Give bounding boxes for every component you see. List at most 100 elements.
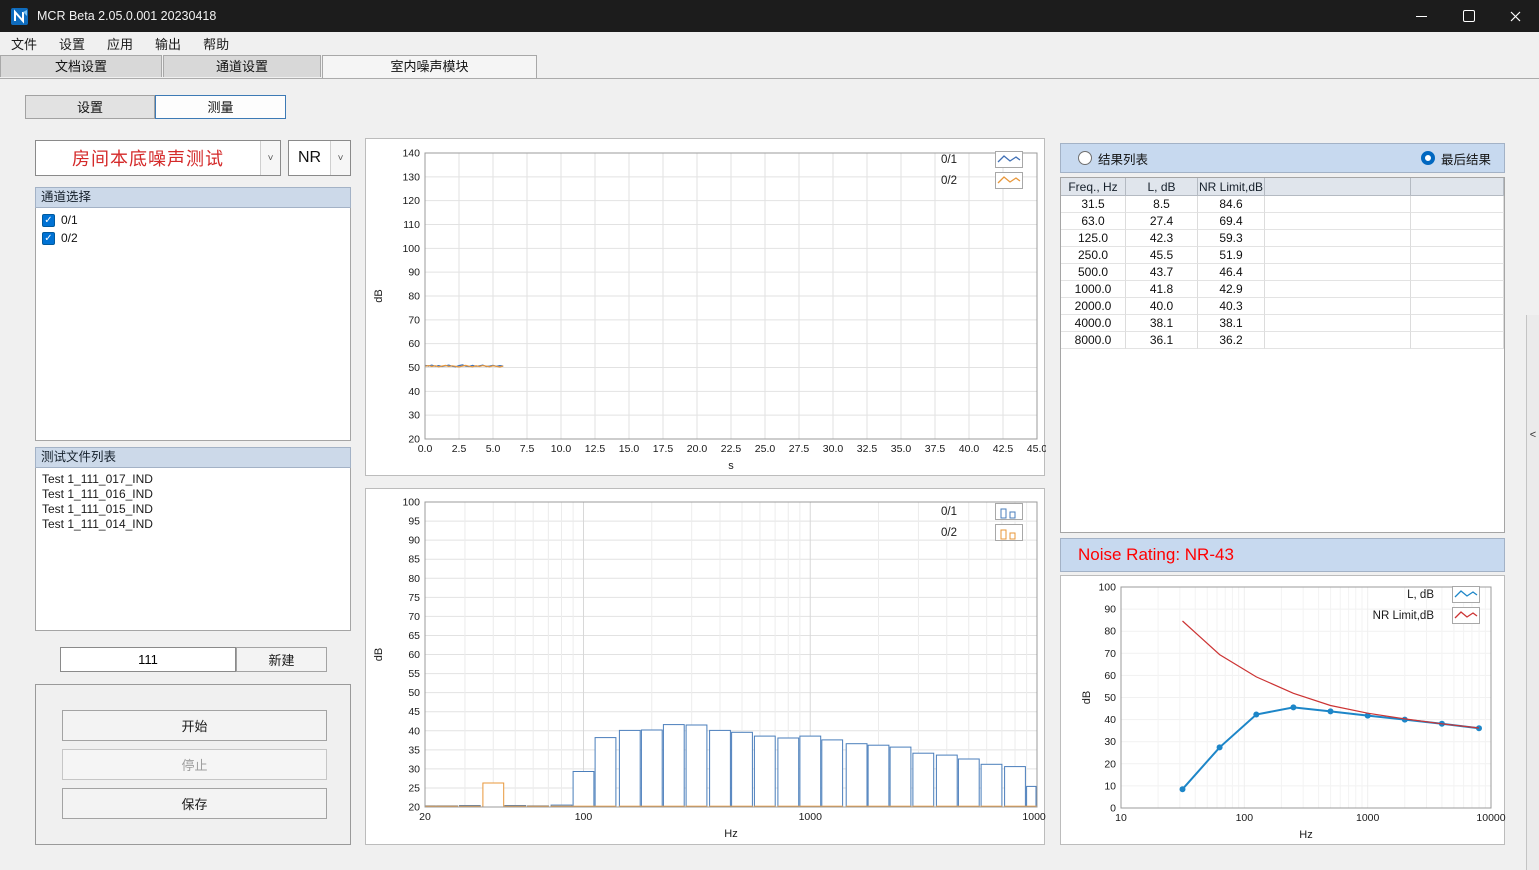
table-row[interactable]: 31.58.584.6 [1061,196,1504,213]
svg-text:42.5: 42.5 [993,443,1014,455]
menu-item-file[interactable]: 文件 [0,32,48,55]
menu-item-settings[interactable]: 设置 [48,32,96,55]
svg-text:90: 90 [408,535,420,547]
table-row[interactable]: 63.027.469.4 [1061,213,1504,230]
tab-channel-settings[interactable]: 通道设置 [163,55,321,77]
start-button[interactable]: 开始 [62,710,327,741]
table-cell: 59.3 [1198,230,1265,247]
table-header-cell[interactable]: L, dB [1126,178,1198,196]
collapse-panel-handle[interactable]: < [1527,429,1539,441]
svg-text:1000: 1000 [1356,812,1380,824]
table-cell: 46.4 [1198,264,1265,281]
table-header-cell[interactable]: Freq., Hz [1061,178,1126,196]
menu-item-help[interactable]: 帮助 [192,32,240,55]
legend-entry: 0/1 [941,503,1023,520]
save-button[interactable]: 保存 [62,788,327,819]
radio-selected-icon[interactable] [1421,151,1435,165]
svg-text:100: 100 [1236,812,1254,824]
legend-label: 0/1 [941,506,957,518]
main-tab-bar: 文档设置 通道设置 室内噪声模块 [0,55,1539,79]
subtab-measurement[interactable]: 测量 [155,95,286,119]
svg-text:27.5: 27.5 [789,443,810,455]
table-header-cell[interactable] [1411,178,1504,196]
table-cell: 27.4 [1126,213,1198,230]
minimize-button[interactable] [1398,0,1445,32]
results-table: Freq., HzL, dBNR Limit,dB31.58.584.663.0… [1060,177,1505,533]
file-list-item[interactable]: Test 1_111_014_IND [36,517,350,532]
test-type-value: 房间本底噪声测试 [36,141,260,175]
table-cell: 40.3 [1198,298,1265,315]
table-cell [1411,332,1504,349]
svg-text:0.0: 0.0 [418,443,433,455]
table-cell [1411,264,1504,281]
table-row[interactable]: 4000.038.138.1 [1061,315,1504,332]
table-cell [1411,213,1504,230]
file-prefix-input[interactable] [60,647,236,672]
svg-text:100: 100 [402,243,420,255]
table-row[interactable]: 250.045.551.9 [1061,247,1504,264]
svg-text:Hz: Hz [1299,829,1312,841]
file-list-item[interactable]: Test 1_111_016_IND [36,487,350,502]
checkbox-checked-icon[interactable]: ✓ [42,232,55,245]
table-row[interactable]: 8000.036.136.2 [1061,332,1504,349]
svg-text:85: 85 [408,554,420,566]
radio-last-result[interactable]: 最后结果 [1421,149,1491,168]
legend-label: 0/2 [941,175,957,187]
close-button[interactable] [1492,0,1539,32]
svg-text:37.5: 37.5 [925,443,946,455]
maximize-icon [1463,10,1475,22]
table-row[interactable]: 500.043.746.4 [1061,264,1504,281]
table-cell: 250.0 [1061,247,1126,264]
table-cell: 31.5 [1061,196,1126,213]
tab-indoor-noise-module[interactable]: 室内噪声模块 [322,55,537,78]
table-cell [1411,315,1504,332]
legend-label: 0/2 [941,527,957,539]
file-list-item[interactable]: Test 1_111_017_IND [36,472,350,487]
svg-text:dB: dB [1081,691,1093,704]
new-button[interactable]: 新建 [236,647,327,672]
table-cell [1411,230,1504,247]
rating-standard-combobox[interactable]: NR ˅ [288,140,351,176]
svg-text:35.0: 35.0 [891,443,912,455]
svg-text:30.0: 30.0 [823,443,844,455]
menu-item-apply[interactable]: 应用 [96,32,144,55]
menu-item-output[interactable]: 输出 [144,32,192,55]
chevron-down-icon[interactable]: ˅ [260,141,280,175]
table-cell: 8.5 [1126,196,1198,213]
channel-item[interactable]: ✓0/1 [38,211,348,229]
radio-result-list[interactable]: 结果列表 [1078,149,1148,168]
svg-text:100: 100 [575,811,593,823]
time-history-chart: 20304050607080901001101201301400.02.55.0… [365,138,1045,476]
radio-unselected-icon[interactable] [1078,151,1092,165]
checkbox-checked-icon[interactable]: ✓ [42,214,55,227]
table-row[interactable]: 1000.041.842.9 [1061,281,1504,298]
table-cell [1265,230,1411,247]
svg-text:60: 60 [408,649,420,661]
table-cell: 40.0 [1126,298,1198,315]
table-header-row: Freq., HzL, dBNR Limit,dB [1061,178,1504,196]
window-controls [1398,0,1539,32]
noise-rating-value: Noise Rating: NR-43 [1078,545,1234,565]
svg-text:10: 10 [1104,780,1116,792]
radio-last-result-label: 最后结果 [1441,149,1491,168]
svg-text:60: 60 [1104,670,1116,682]
maximize-button[interactable] [1445,0,1492,32]
svg-text:2.5: 2.5 [452,443,467,455]
chevron-down-icon[interactable]: ˅ [330,141,350,175]
test-type-combobox[interactable]: 房间本底噪声测试 ˅ [35,140,281,176]
subtab-settings[interactable]: 设置 [25,95,155,119]
table-cell: 4000.0 [1061,315,1126,332]
channel-item[interactable]: ✓0/2 [38,229,348,247]
tab-document-settings[interactable]: 文档设置 [0,55,162,77]
table-row[interactable]: 125.042.359.3 [1061,230,1504,247]
table-header-cell[interactable]: NR Limit,dB [1198,178,1265,196]
svg-text:70: 70 [408,314,420,326]
channel-list: ✓0/1✓0/2 [35,208,351,441]
file-list-item[interactable]: Test 1_111_015_IND [36,502,350,517]
svg-text:90: 90 [1104,604,1116,616]
close-icon [1510,11,1521,22]
table-row[interactable]: 2000.040.040.3 [1061,298,1504,315]
svg-text:130: 130 [402,171,420,183]
table-header-cell[interactable] [1265,178,1411,196]
bar-series-icon [995,524,1023,541]
